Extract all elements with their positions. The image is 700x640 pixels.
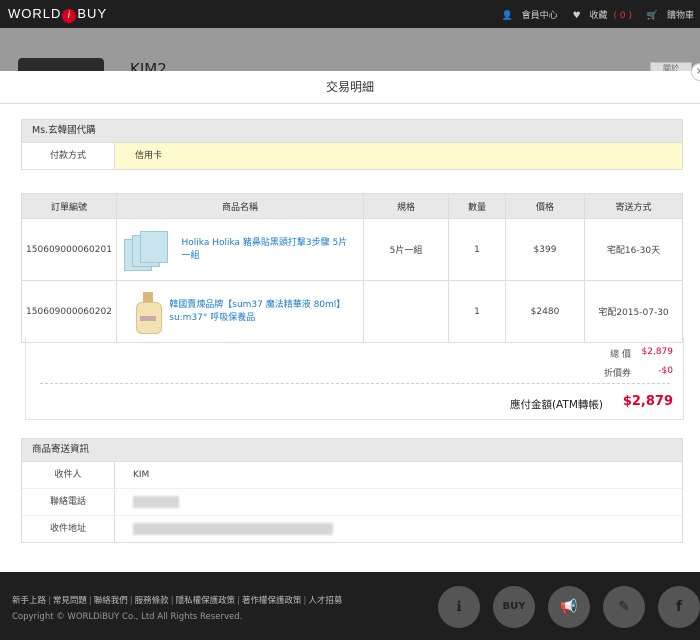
footer-link-copyright[interactable]: 著作權保護政策 [242, 596, 302, 606]
order-no: 150609000060202 [21, 280, 117, 343]
footer-links: 新手上路 | 常見問題 | 聯絡我們 | 服務條款 | 隱私權保護政策 | 著作權保護政策 | 人才招募 [12, 596, 343, 606]
product-shipping: 宅配16-30天 [584, 218, 683, 281]
logo[interactable]: WORLD i BUY [8, 6, 107, 23]
footer-link-beginner[interactable]: 新手上路 [12, 596, 46, 606]
phone-value [115, 489, 179, 515]
buy-icon-label: BUY [502, 601, 526, 612]
favorites-label: 收藏 [589, 11, 608, 21]
footer-link-contact[interactable]: 聯絡我們 [94, 596, 128, 606]
copyright-text: Copyright © WORLDiBUY Co., Ltd All Right… [12, 612, 243, 622]
footer-link-faq[interactable]: 常見問題 [53, 596, 87, 606]
product-spec: 5片一組 [363, 218, 449, 281]
facebook-icon[interactable]: f [658, 586, 700, 628]
cart-link[interactable]: 🛒 購物車 [641, 11, 694, 21]
address-label: 收件地址 [22, 516, 115, 542]
shipping-info-box: 商品寄送資訊 收件人 KIM 聯絡電話 收件地址 [21, 438, 683, 543]
price-summary: 總 價 $2,879 折價券 -$0 應付金額(ATM轉帳) $2,879 [25, 337, 684, 420]
product-image[interactable] [124, 230, 171, 271]
info-icon[interactable]: ℹ [438, 586, 480, 628]
recipient-value: KIM [133, 470, 150, 480]
user-icon: 👤 [501, 11, 513, 21]
phone-label: 聯絡電話 [22, 489, 115, 515]
order-no: 150609000060201 [21, 218, 117, 281]
phone-row: 聯絡電話 [22, 489, 682, 516]
coupon-label: 折價券 [603, 369, 631, 379]
product-qty: 1 [448, 218, 506, 281]
favorites-link[interactable]: ♥ 收藏 ( 0 ) [567, 11, 632, 21]
product-qty: 1 [448, 280, 506, 343]
pen-icon[interactable]: ✎ [603, 586, 645, 628]
product-shipping: 宅配2015-07-30 [584, 280, 683, 343]
redacted-phone [133, 495, 179, 508]
product-name-link[interactable]: 韓國賣煉品牌【sum37 魔法精華液 80ml】 su:m37° 呼吸保養品 [169, 299, 356, 325]
footer-icons: ℹ BUY 📢 ✎ f [425, 586, 700, 628]
header-qty: 數量 [448, 193, 506, 219]
product-cell: Holika Holika 豬鼻貼黑頭打擊3步驟 5片一組 [116, 218, 364, 281]
top-bar: WORLD i BUY 👤 會員中心 ♥ 收藏 ( 0 ) 🛒 購物車 [0, 0, 700, 28]
shipping-info-title: 商品寄送資訊 [22, 439, 682, 462]
product-image[interactable] [124, 290, 162, 334]
footer-link-careers[interactable]: 人才招募 [308, 596, 342, 606]
modal-title: 交易明細 [0, 71, 700, 104]
table-row: 150609000060201 Holika Holika 豬鼻貼黑頭打擊3步驟… [21, 218, 683, 281]
seller-box: Ms.玄韓國代購 付款方式 信用卡 [21, 119, 683, 170]
product-cell: 韓國賣煉品牌【sum37 魔法精華液 80ml】 su:m37° 呼吸保養品 [116, 280, 364, 343]
member-center-label: 會員中心 [521, 11, 558, 21]
product-name-link[interactable]: Holika Holika 豬鼻貼黑頭打擊3步驟 5片一組 [181, 237, 356, 263]
top-nav: 👤 會員中心 ♥ 收藏 ( 0 ) 🛒 購物車 [490, 8, 694, 21]
payment-label: 付款方式 [22, 143, 115, 169]
total-value: $2,879 [641, 347, 674, 357]
logo-i-mark: i [62, 9, 77, 23]
payable-value: $2,879 [622, 394, 673, 409]
product-spec [363, 280, 449, 343]
buy-icon[interactable]: BUY [493, 586, 535, 628]
header-spec: 規格 [363, 193, 449, 219]
member-center-link[interactable]: 👤 會員中心 [496, 11, 558, 21]
logo-text-buy: BUY [77, 6, 108, 21]
footer: 新手上路 | 常見問題 | 聯絡我們 | 服務條款 | 隱私權保護政策 | 著作權保護政策 | 人才招募… [0, 572, 700, 640]
redacted-address [133, 522, 333, 535]
coupon-value: -$0 [658, 366, 673, 376]
recipient-row: 收件人 KIM [22, 462, 682, 489]
seller-name: Ms.玄韓國代購 [22, 120, 682, 143]
summary-divider [40, 383, 670, 384]
header-order-no: 訂單編號 [21, 193, 117, 219]
table-row: 150609000060202 韓國賣煉品牌【sum37 魔法精華液 80ml】… [21, 280, 683, 343]
payable-label: 應付金額(ATM轉帳) [509, 399, 603, 411]
megaphone-icon[interactable]: 📢 [548, 586, 590, 628]
logo-text-world: WORLD [8, 6, 62, 21]
header-shipping: 寄送方式 [584, 193, 683, 219]
cart-label: 購物車 [666, 11, 694, 21]
heart-icon: ♥ [572, 11, 581, 21]
header-price: 價格 [505, 193, 585, 219]
recipient-label: 收件人 [22, 462, 115, 488]
table-header-row: 訂單編號 商品名稱 規格 數量 價格 寄送方式 [21, 193, 683, 219]
facebook-glyph: f [675, 599, 683, 615]
product-price: $399 [505, 218, 585, 281]
total-label: 總 價 [610, 350, 631, 360]
footer-link-privacy[interactable]: 隱私權保護政策 [176, 596, 236, 606]
favorites-count: ( 0 ) [613, 11, 633, 21]
payment-row: 付款方式 信用卡 [22, 143, 682, 169]
header-product-name: 商品名稱 [116, 193, 364, 219]
address-row: 收件地址 [22, 516, 682, 542]
product-price: $2480 [505, 280, 585, 343]
orders-table: 訂單編號 商品名稱 規格 數量 價格 寄送方式 150609000060201 [21, 193, 683, 343]
orders-table-box: 訂單編號 商品名稱 規格 數量 價格 寄送方式 150609000060201 [21, 193, 683, 343]
cart-icon: 🛒 [646, 11, 659, 21]
footer-link-terms[interactable]: 服務條款 [135, 596, 169, 606]
payment-value: 信用卡 [115, 143, 682, 169]
address-value [115, 516, 333, 542]
